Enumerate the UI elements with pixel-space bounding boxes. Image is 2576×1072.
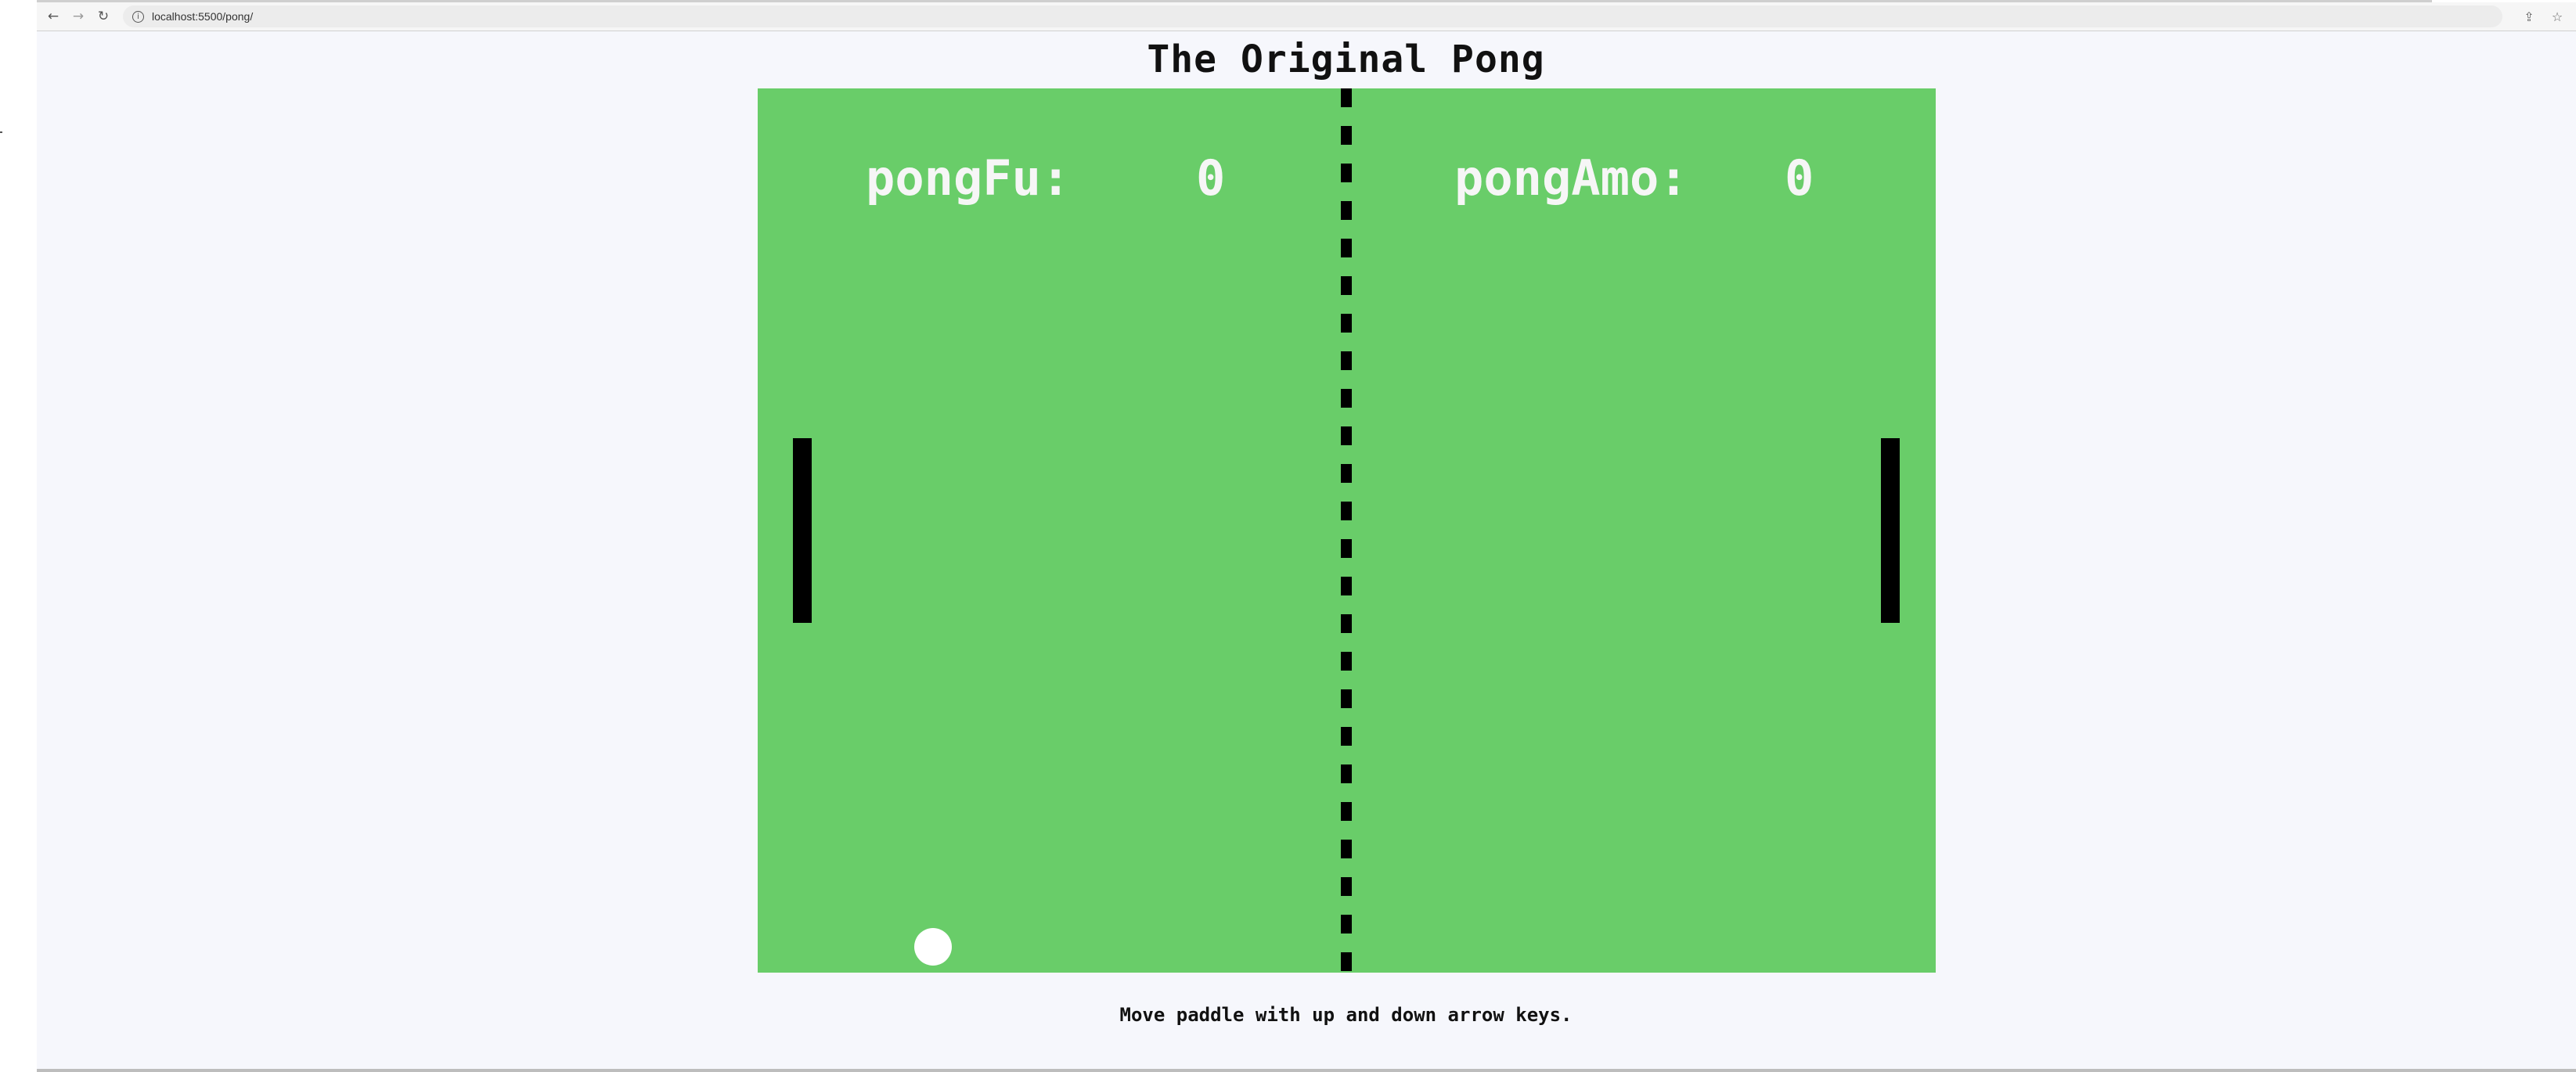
address-bar[interactable]: i localhost:5500/pong/ (123, 5, 2502, 27)
player-right-name: pongAmo: (1454, 149, 1688, 207)
star-icon[interactable]: ☆ (2546, 2, 2568, 31)
ball (914, 928, 952, 966)
stray-mark (0, 131, 2, 133)
left-paddle[interactable] (793, 438, 812, 623)
info-icon[interactable]: i (132, 10, 144, 23)
back-button[interactable]: ← (41, 2, 65, 31)
forward-button[interactable]: → (67, 2, 90, 31)
arrow-right-icon: → (72, 9, 85, 24)
window-bottom-strip (37, 1069, 2576, 1072)
browser-toolbar: ← → ↻ i localhost:5500/pong/ ⇪ ☆ (37, 2, 2576, 31)
right-paddle (1881, 438, 1900, 623)
share-icon[interactable]: ⇪ (2518, 2, 2540, 31)
player-left-name: pongFu: (866, 149, 1071, 207)
page-title: The Original Pong (1147, 38, 1545, 81)
center-net (1341, 88, 1352, 973)
reload-button[interactable]: ↻ (92, 2, 115, 31)
instructions-text: Move paddle with up and down arrow keys. (1119, 1004, 1573, 1026)
player-right-score: 0 (1785, 149, 1814, 207)
share-glyph: ⇪ (2524, 9, 2535, 24)
reload-icon: ↻ (97, 9, 110, 24)
url-text[interactable]: localhost:5500/pong/ (152, 10, 253, 23)
arrow-left-icon: ← (47, 9, 59, 24)
game-court[interactable]: pongFu: 0 pongAmo: 0 (758, 88, 1936, 973)
player-left-score: 0 (1196, 149, 1226, 207)
left-margin (0, 0, 37, 1072)
star-glyph: ☆ (2551, 9, 2563, 24)
